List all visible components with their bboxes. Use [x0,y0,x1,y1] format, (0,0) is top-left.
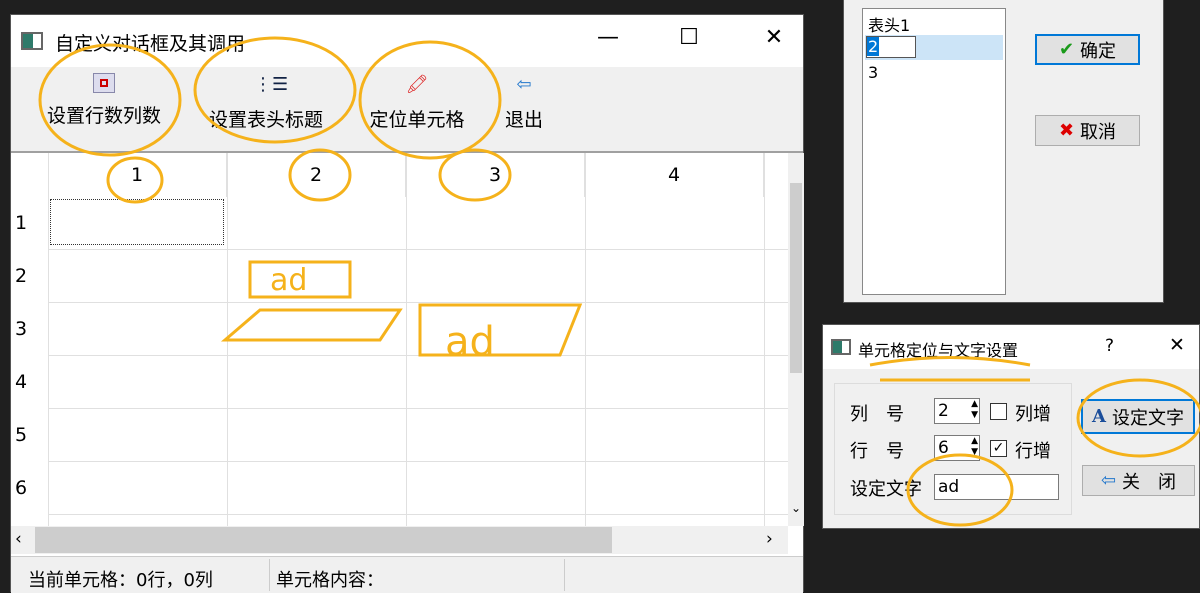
annotation-underline [869,356,1031,382]
annotation-circle [1076,378,1200,458]
annotation-circle [288,148,352,202]
annotation-circle [38,43,182,157]
annotation-circle [438,148,512,202]
annotation-circle [358,40,502,160]
annotation-text: ad [445,319,495,365]
annotation-circle [193,36,357,144]
annotation-circle [906,453,1014,527]
annotation-layer: ad ad [38,36,1200,527]
annotation-text: ad [270,263,307,298]
annotation-circle [106,156,164,204]
